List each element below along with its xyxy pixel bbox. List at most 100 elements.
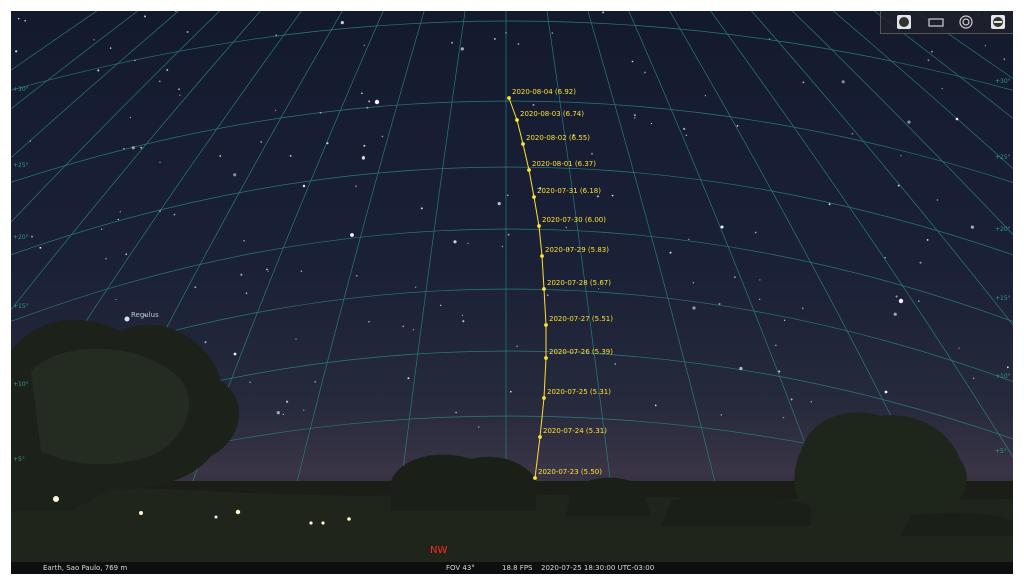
star [115, 298, 117, 301]
star [381, 135, 384, 138]
planetarium-view[interactable]: +5° +5° +10° +10° +15° +15° +20° +20° +25° +25° +3… [11, 11, 1013, 574]
star [314, 380, 317, 383]
star [688, 238, 690, 241]
star [919, 261, 922, 264]
window-mode-button[interactable] [927, 13, 945, 31]
track-point-label: 2020-07-24 (5.31) [543, 427, 607, 435]
star [340, 21, 344, 25]
star [166, 68, 169, 71]
star [654, 404, 657, 407]
regulus-star[interactable]: Regulus [124, 311, 160, 322]
track-point [532, 195, 536, 199]
track-point-label: 2020-08-04 (6.92) [512, 88, 576, 96]
star [614, 363, 616, 365]
star [551, 32, 554, 34]
star [361, 92, 363, 95]
star [219, 155, 222, 157]
star [517, 43, 520, 45]
star [631, 60, 634, 63]
track-point-label: 2020-07-25 (5.31) [547, 388, 611, 396]
star [243, 240, 245, 242]
star [117, 218, 120, 221]
track-point-label: 2020-07-29 (5.83) [545, 246, 609, 254]
star [692, 306, 696, 310]
track-point [537, 224, 541, 228]
star [119, 211, 121, 213]
no-entry-icon [991, 15, 1005, 29]
bright-star [302, 184, 306, 188]
star [17, 17, 20, 20]
ground-toggle-button[interactable] [895, 13, 913, 31]
target-button[interactable] [957, 13, 975, 31]
star [506, 194, 509, 197]
altitude-label-right: +20° [995, 226, 1011, 233]
star [407, 377, 410, 380]
star [1006, 366, 1009, 369]
altitude-label-left: +25° [13, 162, 29, 169]
star [810, 401, 813, 403]
track-point [544, 323, 548, 327]
star [685, 134, 688, 137]
star [509, 390, 512, 393]
star [260, 140, 263, 143]
no-entry-button[interactable] [989, 13, 1007, 31]
star [125, 253, 128, 256]
track-point-label: 2020-07-31 (6.18) [537, 187, 601, 195]
star [692, 281, 695, 284]
star [907, 120, 911, 124]
star [936, 199, 939, 201]
star [611, 194, 614, 197]
track-point [544, 356, 548, 360]
star [101, 228, 103, 230]
star [733, 276, 736, 279]
altitude-label-left: +5° [13, 456, 25, 463]
star [633, 114, 636, 117]
star [478, 426, 480, 428]
object-track[interactable]: 2020-08-04 (6.92) 2020-08-03 (6.74) 2020-0… [507, 88, 613, 480]
compass-nw: NW [430, 545, 448, 556]
star [900, 154, 902, 157]
datetime-text[interactable]: 2020-07-25 18:30:00 UTC-03:00 [541, 562, 654, 574]
track-point [538, 435, 542, 439]
star [179, 94, 181, 96]
star [186, 30, 189, 34]
star [801, 307, 804, 310]
star [926, 238, 929, 241]
star [363, 144, 366, 147]
star [109, 47, 112, 49]
star [669, 251, 672, 254]
star [286, 400, 289, 403]
star [895, 295, 898, 298]
sky-canvas[interactable]: +5° +5° +10° +10° +15° +15° +20° +20° +25° +25° +3… [11, 11, 1013, 574]
star [828, 203, 831, 206]
star [276, 411, 280, 415]
track-point-label: 2020-07-30 (6.00) [542, 216, 606, 224]
fov-text[interactable]: FOV 43° [446, 562, 475, 574]
star [275, 34, 277, 37]
altitude-label-left: +20° [13, 234, 29, 241]
track-point [515, 118, 519, 122]
star [718, 302, 721, 306]
star [366, 106, 369, 109]
bright-star [233, 352, 237, 356]
star [958, 347, 960, 349]
track-point-label: 2020-07-26 (5.39) [549, 348, 613, 356]
star [467, 242, 469, 245]
bright-star [720, 225, 724, 229]
bottom-right-toolbar [880, 11, 1013, 34]
star [131, 146, 135, 150]
star [29, 140, 31, 142]
altitude-circle [11, 166, 1013, 256]
location-text[interactable]: Earth, Sao Paulo, 769 m [43, 562, 127, 574]
star [300, 270, 303, 273]
target-icon [959, 15, 973, 29]
star [455, 411, 457, 414]
star [440, 304, 442, 307]
landscape [11, 319, 1013, 574]
star [927, 59, 930, 62]
star [736, 125, 739, 127]
star [402, 325, 405, 328]
bright-star [350, 233, 354, 237]
star [158, 80, 161, 83]
star [175, 11, 177, 13]
